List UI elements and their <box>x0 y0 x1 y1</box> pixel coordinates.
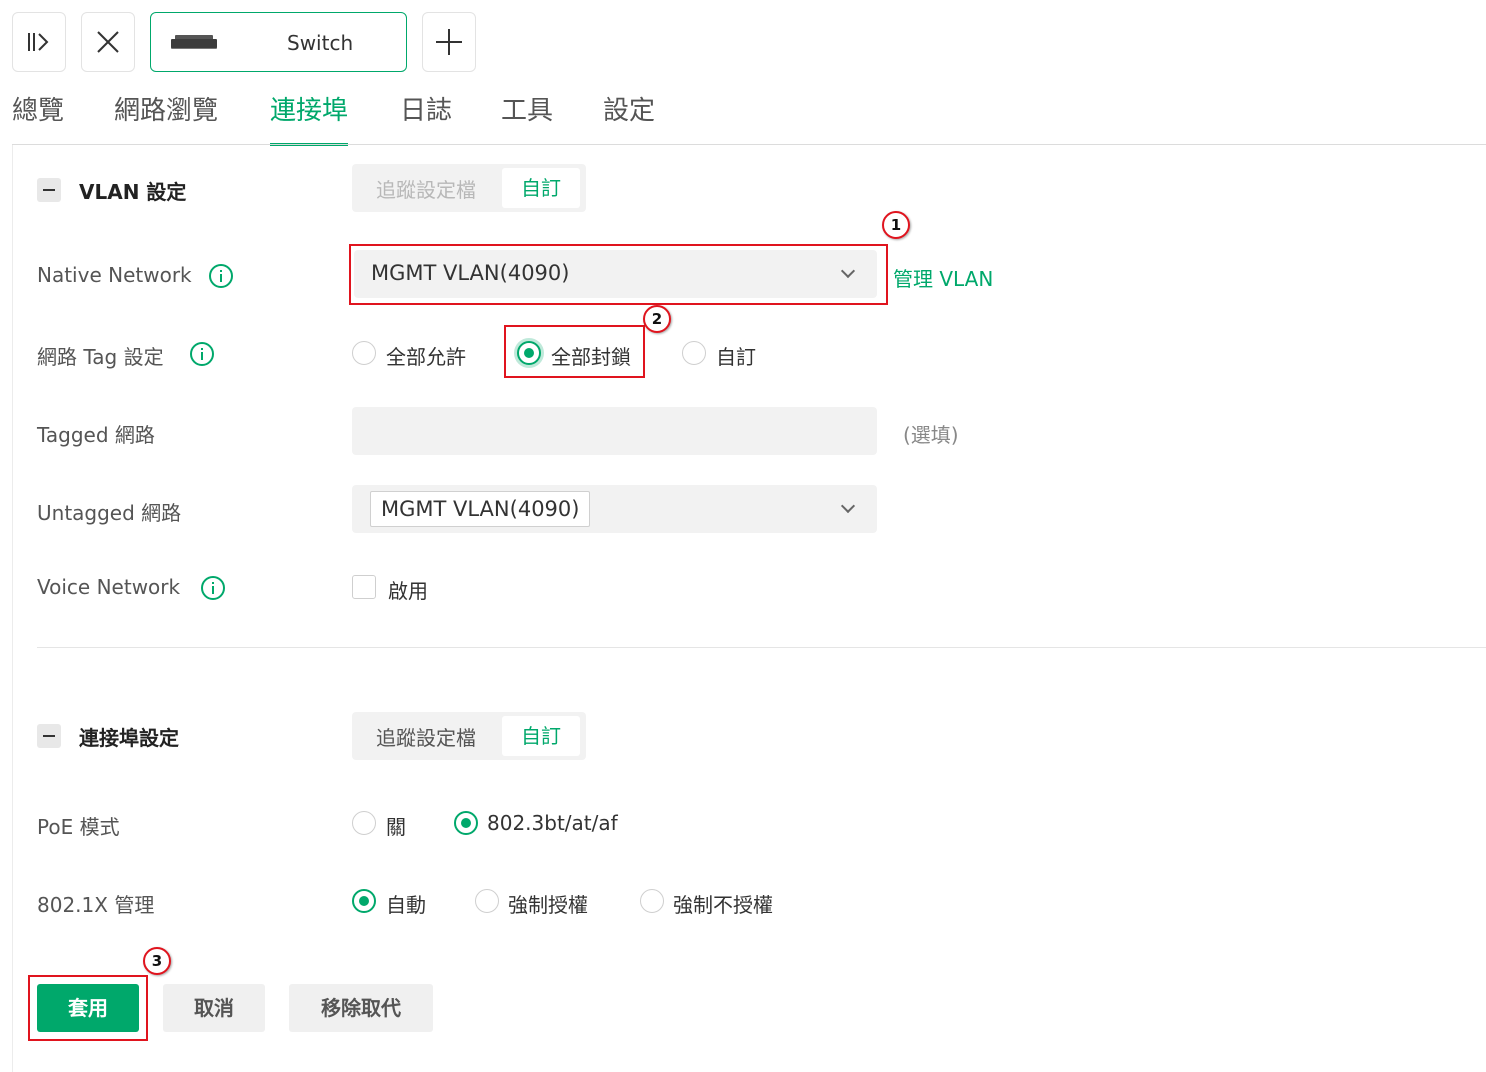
port-collapse-button[interactable] <box>37 724 61 748</box>
section-divider <box>37 647 1486 648</box>
step-badge-1: 1 <box>882 211 910 239</box>
poe-off-label: 關 <box>386 815 406 839</box>
device-tab[interactable]: Switch <box>150 12 407 72</box>
vlan-collapse-button[interactable] <box>37 178 61 202</box>
port-profile-option-track[interactable]: 追蹤設定檔 <box>376 722 476 751</box>
dot1x-label: 802.1X 管理 <box>37 893 155 917</box>
info-icon[interactable] <box>209 264 233 288</box>
port-section-title: 連接埠設定 <box>79 726 179 750</box>
network-tag-label: 網路 Tag 設定 <box>37 345 164 369</box>
chevron-down-icon <box>840 498 856 514</box>
tab-logs[interactable]: 日誌 <box>400 92 452 146</box>
dot1x-force-auth-radio[interactable] <box>475 889 499 913</box>
info-icon[interactable] <box>190 342 214 366</box>
vlan-profile-option-track[interactable]: 追蹤設定檔 <box>376 174 476 203</box>
tab-network-browse[interactable]: 網路瀏覽 <box>114 92 218 146</box>
cancel-button[interactable]: 取消 <box>163 984 265 1032</box>
info-icon[interactable] <box>201 576 225 600</box>
manage-vlan-link[interactable]: 管理 VLAN <box>893 263 993 292</box>
add-tab-button[interactable] <box>422 12 476 72</box>
poe-standard-label: 802.3bt/at/af <box>487 811 618 835</box>
step-badge-2: 2 <box>643 305 671 333</box>
tag-allow-all-radio[interactable] <box>352 341 376 365</box>
tab-settings[interactable]: 設定 <box>603 92 655 146</box>
remove-override-button[interactable]: 移除取代 <box>289 984 433 1032</box>
tab-overview[interactable]: 總覽 <box>12 92 64 146</box>
tagged-network-input[interactable] <box>352 407 877 455</box>
vlan-section-title: VLAN 設定 <box>79 180 187 204</box>
native-network-label: Native Network <box>37 263 192 287</box>
vlan-profile-option-custom[interactable]: 自訂 <box>502 168 580 208</box>
poe-off-radio[interactable] <box>352 811 376 835</box>
sidebar-toggle-button[interactable] <box>12 12 66 72</box>
nav-divider <box>12 144 1486 145</box>
tag-custom-label: 自訂 <box>716 345 756 369</box>
untagged-network-label: Untagged 網路 <box>37 501 182 525</box>
tagged-network-label: Tagged 網路 <box>37 423 155 447</box>
voice-network-label: Voice Network <box>37 575 181 599</box>
dot1x-auto-label: 自動 <box>386 893 426 917</box>
poe-standard-radio[interactable] <box>454 811 478 835</box>
dot1x-force-unauth-label: 強制不授權 <box>673 893 773 917</box>
vlan-section-header-clip: VLAN 設定 追蹤設定檔 自訂 <box>0 146 1486 212</box>
tag-custom-radio[interactable] <box>682 341 706 365</box>
device-name: Switch <box>287 31 354 55</box>
dot1x-force-unauth-radio[interactable] <box>640 889 664 913</box>
dot1x-force-auth-label: 強制授權 <box>508 893 588 917</box>
untagged-network-select[interactable]: MGMT VLAN(4090) <box>352 485 877 533</box>
plus-icon <box>436 29 462 55</box>
tab-ports[interactable]: 連接埠 <box>270 92 349 146</box>
content-left-border <box>12 145 13 1072</box>
untagged-network-tag: MGMT VLAN(4090) <box>370 491 591 527</box>
optional-hint: (選填) <box>903 423 959 447</box>
port-profile-toggle: 追蹤設定檔 自訂 <box>352 712 586 760</box>
step-badge-3: 3 <box>143 947 171 975</box>
sidebar-expand-icon <box>28 33 49 51</box>
voice-network-enable-label: 啟用 <box>388 579 428 603</box>
port-profile-option-custom[interactable]: 自訂 <box>502 716 580 756</box>
highlight-box-2 <box>504 325 645 378</box>
voice-network-checkbox[interactable] <box>352 575 376 599</box>
tag-allow-all-label: 全部允許 <box>386 345 466 369</box>
dot1x-auto-radio[interactable] <box>352 889 376 913</box>
close-button[interactable] <box>81 12 135 72</box>
tab-tools[interactable]: 工具 <box>501 92 553 146</box>
poe-mode-label: PoE 模式 <box>37 815 120 839</box>
close-icon <box>97 31 119 53</box>
highlight-box-1 <box>349 244 888 305</box>
highlight-box-3 <box>28 975 148 1041</box>
vlan-profile-toggle: 追蹤設定檔 自訂 <box>352 164 586 212</box>
